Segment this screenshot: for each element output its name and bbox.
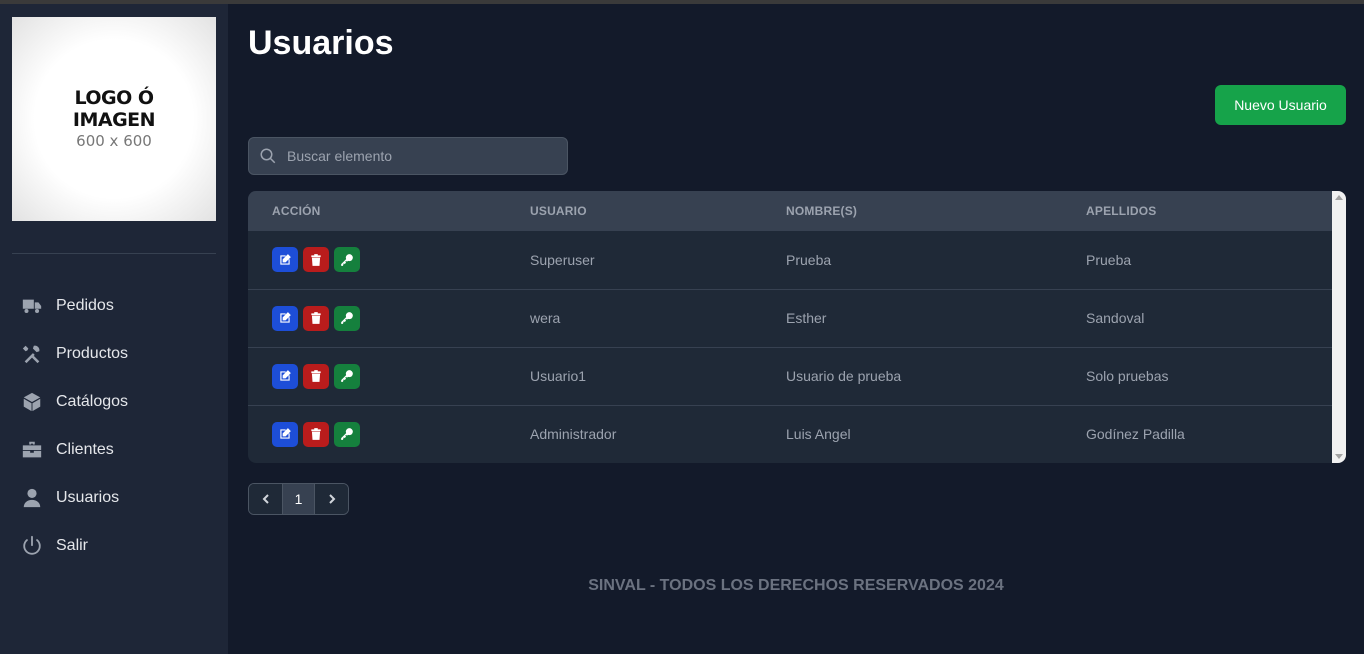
sidebar-item-label: Pedidos [56, 297, 114, 314]
delete-button[interactable] [303, 363, 329, 389]
search-icon [260, 148, 276, 164]
table-scrollbar[interactable] [1332, 191, 1346, 463]
cell-apellidos: Sandoval [1086, 310, 1145, 326]
cell-usuario: Administrador [530, 426, 617, 443]
users-table: ACCIÓN USUARIO NOMBRE(S) APELLIDOS Super… [248, 191, 1332, 463]
logo-line-1: LOGO Ó [74, 87, 154, 109]
sidebar-item-usuarios[interactable]: Usuarios [0, 474, 228, 522]
sidebar-item-catalogos[interactable]: Catálogos [0, 378, 228, 426]
users-table-container: ACCIÓN USUARIO NOMBRE(S) APELLIDOS Super… [248, 191, 1346, 463]
sidebar-item-label: Usuarios [56, 489, 120, 506]
password-button[interactable] [334, 421, 360, 447]
column-header-apellidos: APELLIDOS [1086, 204, 1157, 218]
logo-line-3: 600 x 600 [76, 132, 152, 150]
edit-icon [280, 312, 291, 323]
power-icon [20, 534, 44, 558]
cell-nombre: Luis Angel [786, 426, 851, 443]
sidebar-item-clientes[interactable]: Clientes [0, 426, 228, 474]
cell-apellidos: Godínez Padilla [1086, 426, 1185, 443]
sidebar-item-productos[interactable]: Productos [0, 330, 228, 378]
edit-icon [280, 253, 291, 265]
sidebar: LOGO Ó IMAGEN 600 x 600 Pedidos Producto… [0, 4, 228, 654]
table-header-row: ACCIÓN USUARIO NOMBRE(S) APELLIDOS [248, 191, 1332, 231]
search-box [248, 137, 568, 175]
edit-icon [280, 428, 291, 439]
password-button[interactable] [334, 363, 360, 389]
key-icon [341, 253, 353, 266]
sidebar-divider [12, 253, 216, 254]
row-actions [272, 305, 530, 331]
sidebar-item-label: Productos [56, 345, 129, 362]
key-icon [341, 370, 353, 382]
scrollbar-thumb[interactable] [1334, 205, 1344, 449]
next-page-button[interactable] [315, 484, 348, 514]
cell-usuario: wera [530, 310, 561, 326]
sidebar-item-label: Catálogos [56, 393, 129, 410]
sidebar-item-pedidos[interactable]: Pedidos [0, 282, 228, 330]
cell-apellidos: Solo pruebas [1086, 368, 1169, 384]
cell-apellidos: Prueba [1086, 251, 1132, 268]
sidebar-nav: Pedidos Productos Catálogos Clientes Usu… [0, 282, 228, 570]
edit-button[interactable] [272, 363, 298, 389]
scroll-down-arrow-icon[interactable] [1335, 454, 1343, 459]
trash-icon [311, 428, 321, 441]
cell-nombre: Prueba [786, 251, 832, 268]
chevron-right-icon [328, 494, 335, 504]
table-row: Administrador Luis Angel Godínez Padilla [248, 405, 1332, 463]
row-actions [272, 421, 530, 447]
table-row: Usuario1 Usuario de prueba Solo pruebas [248, 347, 1332, 405]
row-actions [272, 363, 530, 389]
footer-copyright: SINVAL - TODOS LOS DERECHOS RESERVADOS 2… [588, 577, 1004, 594]
cell-nombre: Esther [786, 310, 827, 326]
trash-icon [311, 312, 321, 324]
sidebar-item-label: Salir [56, 537, 89, 554]
column-header-accion: ACCIÓN [272, 204, 321, 218]
search-input[interactable] [287, 148, 547, 164]
password-button[interactable] [334, 247, 360, 273]
user-icon [20, 486, 44, 510]
box-icon [20, 390, 44, 414]
delete-button[interactable] [303, 247, 329, 273]
edit-button[interactable] [272, 305, 298, 331]
column-header-usuario: USUARIO [530, 204, 587, 218]
cell-usuario: Usuario1 [530, 368, 587, 384]
page-title: Usuarios [248, 24, 394, 62]
cell-usuario: Superuser [530, 251, 595, 268]
new-user-button[interactable]: Nuevo Usuario [1215, 85, 1346, 125]
sidebar-item-salir[interactable]: Salir [0, 522, 228, 570]
edit-button[interactable] [272, 421, 298, 447]
cell-nombre: Usuario de prueba [786, 368, 902, 384]
key-icon [341, 428, 353, 441]
password-button[interactable] [334, 305, 360, 331]
delete-button[interactable] [303, 421, 329, 447]
delete-button[interactable] [303, 305, 329, 331]
tools-icon [20, 342, 44, 366]
trash-icon [311, 253, 321, 266]
sidebar-item-label: Clientes [56, 441, 114, 458]
row-actions [272, 247, 530, 273]
edit-button[interactable] [272, 247, 298, 273]
briefcase-icon [20, 438, 44, 462]
table-row: Superuser Prueba Prueba [248, 231, 1332, 289]
logo-placeholder: LOGO Ó IMAGEN 600 x 600 [12, 17, 216, 221]
table-row: wera Esther Sandoval [248, 289, 1332, 347]
scroll-up-arrow-icon[interactable] [1335, 195, 1343, 200]
column-header-nombres: NOMBRE(S) [786, 204, 858, 218]
edit-icon [280, 370, 291, 381]
prev-page-button[interactable] [249, 484, 282, 514]
key-icon [341, 312, 353, 324]
trash-icon [311, 370, 321, 382]
chevron-left-icon [262, 494, 269, 504]
page-number-current[interactable]: 1 [282, 484, 315, 514]
pagination: 1 [248, 483, 349, 515]
logo-line-2: IMAGEN [72, 109, 156, 131]
truck-icon [20, 294, 44, 318]
